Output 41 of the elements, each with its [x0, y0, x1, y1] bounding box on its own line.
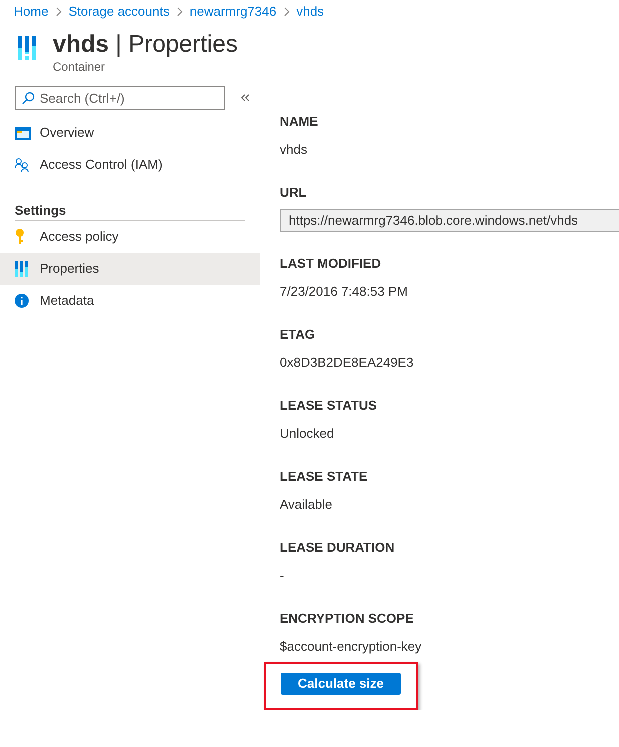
property-value: 7/23/2016 7:48:53 PM — [280, 284, 408, 300]
chevron-right-icon — [284, 7, 290, 17]
properties-icon — [15, 261, 28, 277]
users-icon — [15, 158, 31, 172]
property-value: 0x8D3B2DE8EA249E3 — [280, 355, 414, 371]
property-value: Available — [280, 497, 333, 513]
page-title: vhds | Properties — [53, 31, 238, 59]
property-value: - — [280, 568, 284, 584]
key-icon — [15, 229, 25, 245]
property-value: Unlocked — [280, 426, 334, 442]
url-field[interactable]: https://newarmrg7346.blob.core.windows.net/vhds — [280, 209, 619, 232]
collapse-icon[interactable] — [241, 94, 250, 102]
properties-icon — [17, 36, 37, 60]
property-label: LEASE STATUS — [280, 398, 378, 414]
chevron-right-icon — [176, 7, 183, 17]
search-icon — [22, 92, 35, 105]
section-heading: Settings — [15, 203, 66, 218]
window-icon — [15, 126, 31, 140]
breadcrumb-link[interactable]: Storage accounts — [68, 2, 170, 22]
sidebar-item[interactable]: Metadata — [0, 285, 260, 317]
property-label: LEASE DURATION — [280, 540, 395, 556]
sidebar-item[interactable]: Access Control (IAM) — [0, 149, 260, 181]
sidebar-item[interactable]: Access policy — [0, 221, 260, 253]
resource-type: Container — [53, 59, 106, 75]
sidebar-item[interactable]: Overview — [0, 117, 260, 149]
property-value: vhds — [280, 142, 308, 158]
property-label: NAME — [280, 114, 318, 130]
info-icon — [15, 294, 29, 308]
property-label: LEASE STATE — [280, 469, 368, 485]
breadcrumb-link[interactable]: Home — [14, 2, 49, 22]
search-field[interactable]: Search (Ctrl+/) — [15, 86, 225, 110]
calculate-size-button[interactable]: Calculate size — [281, 672, 401, 695]
breadcrumb-link[interactable]: newarmrg7346 — [190, 2, 277, 22]
property-value: $account-encryption-key — [280, 639, 422, 655]
property-label: LAST MODIFIED — [280, 256, 382, 272]
sidebar-item[interactable]: Properties — [0, 253, 260, 285]
breadcrumb-link[interactable]: vhds — [296, 2, 324, 22]
property-label: URL — [280, 185, 307, 201]
property-label: ENCRYPTION SCOPE — [280, 611, 414, 627]
property-label: ETAG — [280, 327, 316, 343]
chevron-right-icon — [56, 7, 62, 17]
